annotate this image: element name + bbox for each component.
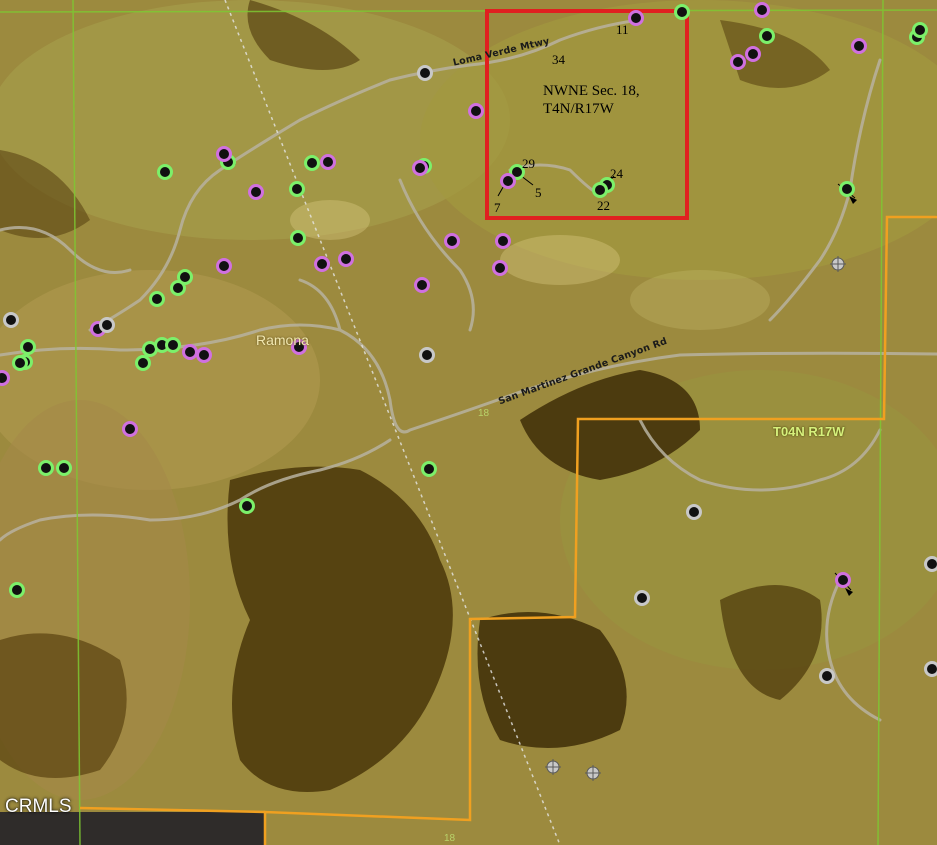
well-number-label: 5 bbox=[535, 185, 542, 200]
well-other bbox=[495, 233, 511, 249]
well-other bbox=[314, 256, 330, 272]
well-active bbox=[20, 339, 36, 355]
well-other bbox=[216, 258, 232, 274]
map-canvas[interactable] bbox=[0, 0, 937, 845]
route-marker-bottom: 18 bbox=[444, 833, 456, 844]
well-active bbox=[149, 291, 165, 307]
well-other bbox=[468, 103, 484, 119]
well-active bbox=[157, 164, 173, 180]
well-active bbox=[165, 337, 181, 353]
well-other bbox=[248, 184, 264, 200]
well-plugged bbox=[419, 347, 435, 363]
place-name-label: Ramona bbox=[256, 332, 309, 348]
well-active bbox=[304, 155, 320, 171]
well-plugged bbox=[819, 668, 835, 684]
well-plugged bbox=[924, 661, 937, 677]
well-number-label: 11 bbox=[616, 22, 629, 37]
well-active bbox=[239, 498, 255, 514]
well-active bbox=[9, 582, 25, 598]
well-active bbox=[38, 460, 54, 476]
well-other bbox=[0, 370, 10, 386]
well-other bbox=[851, 38, 867, 54]
well-other bbox=[745, 46, 761, 62]
well-active bbox=[912, 22, 928, 38]
well-plugged bbox=[3, 312, 19, 328]
well-other bbox=[338, 251, 354, 267]
well-other bbox=[754, 2, 770, 18]
well-other bbox=[320, 154, 336, 170]
well-other bbox=[730, 54, 746, 70]
well-other bbox=[500, 173, 516, 189]
well-number-label: 24 bbox=[610, 166, 623, 181]
well-other bbox=[835, 572, 851, 588]
well-plugged bbox=[99, 317, 115, 333]
map-view[interactable]: NWNE Sec. 18, T4N/R17W 11 34 29 24 5 7 2… bbox=[0, 0, 937, 845]
well-active bbox=[421, 461, 437, 477]
well-number-label: 34 bbox=[552, 52, 565, 67]
well-other bbox=[122, 421, 138, 437]
well-number-label: 29 bbox=[522, 156, 535, 171]
well-other bbox=[196, 347, 212, 363]
well-other bbox=[216, 146, 232, 162]
well-other bbox=[412, 160, 428, 176]
well-active bbox=[56, 460, 72, 476]
well-active bbox=[759, 28, 775, 44]
well-plugged bbox=[634, 590, 650, 606]
credit-watermark: CRMLS bbox=[5, 796, 72, 817]
township-label: T04N R17W bbox=[773, 424, 845, 439]
well-active bbox=[839, 181, 855, 197]
well-active bbox=[290, 230, 306, 246]
well-plugged bbox=[924, 556, 937, 572]
section-label-line1: NWNE Sec. 18, bbox=[543, 83, 640, 99]
well-active bbox=[170, 280, 186, 296]
well-number-label: 22 bbox=[597, 198, 610, 213]
well-plugged bbox=[686, 504, 702, 520]
well-other bbox=[414, 277, 430, 293]
section-label-line2: T4N/R17W bbox=[543, 101, 614, 117]
route-marker: 18 bbox=[478, 408, 490, 419]
well-other bbox=[492, 260, 508, 276]
well-other bbox=[182, 344, 198, 360]
well-other bbox=[628, 10, 644, 26]
well-other bbox=[444, 233, 460, 249]
well-plugged bbox=[417, 65, 433, 81]
well-number-label: 7 bbox=[494, 200, 501, 215]
section-label: NWNE Sec. 18, T4N/R17W bbox=[543, 82, 640, 118]
well-active bbox=[289, 181, 305, 197]
well-active bbox=[592, 182, 608, 198]
well-active bbox=[135, 355, 151, 371]
well-active bbox=[674, 4, 690, 20]
well-active bbox=[12, 355, 28, 371]
